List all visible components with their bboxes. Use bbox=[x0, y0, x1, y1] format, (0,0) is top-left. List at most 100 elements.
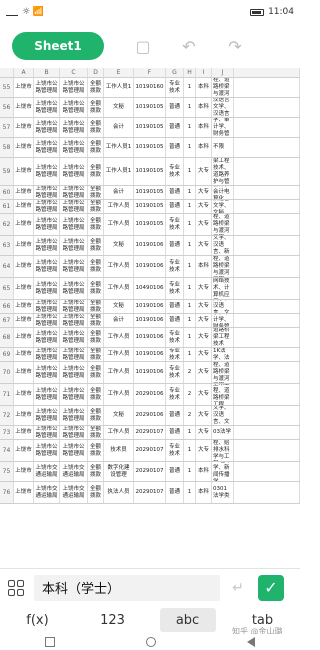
table-cell[interactable]: 1 bbox=[184, 482, 196, 503]
table-cell[interactable]: 0301法学类 bbox=[212, 482, 234, 503]
table-cell[interactable]: 20290107 bbox=[134, 426, 166, 439]
table-cell[interactable]: 10190106 bbox=[134, 328, 166, 347]
table-cell-empty[interactable] bbox=[234, 200, 300, 213]
mode-abc[interactable]: abc bbox=[159, 608, 216, 632]
row-number[interactable]: 71 bbox=[0, 384, 14, 405]
table-cell[interactable]: 2 bbox=[184, 384, 196, 405]
table-cell[interactable]: 普通 bbox=[166, 200, 184, 213]
table-cell[interactable]: 本科 bbox=[196, 138, 212, 157]
row-number[interactable]: 58 bbox=[0, 138, 14, 157]
table-cell[interactable]: 全额拨款 bbox=[88, 328, 104, 347]
table-cell[interactable]: 1 bbox=[184, 118, 196, 137]
table-cell[interactable]: 1 bbox=[184, 186, 196, 199]
table-cell[interactable]: 普通 bbox=[166, 462, 184, 481]
table-cell[interactable]: 上饶市公路管理局 bbox=[60, 200, 88, 213]
table-cell[interactable]: 上饶市 bbox=[14, 314, 34, 327]
row-number[interactable]: 66 bbox=[0, 300, 14, 313]
table-cell[interactable]: 工作人员1 bbox=[104, 138, 134, 157]
table-cell[interactable]: 全额拨款 bbox=[88, 186, 104, 199]
table-cell-empty[interactable] bbox=[234, 214, 300, 235]
table-cell[interactable]: 1 bbox=[184, 300, 196, 313]
table-cell[interactable]: 全额拨款 bbox=[88, 348, 104, 361]
table-cell[interactable]: 专业技术 bbox=[166, 78, 184, 97]
home-icon[interactable] bbox=[145, 637, 156, 647]
table-cell[interactable]: 文秘 bbox=[104, 98, 134, 117]
table-cell[interactable]: 工作人员 bbox=[104, 348, 134, 361]
redo-icon[interactable]: ↷ bbox=[224, 35, 246, 57]
table-cell[interactable]: 汉语言文学、汉语言、新闻学 bbox=[212, 236, 234, 255]
table-cell[interactable]: 专业技术 bbox=[166, 158, 184, 185]
table-cell[interactable]: 会计 bbox=[104, 186, 134, 199]
table-cell[interactable]: 会计、会计电算化 bbox=[212, 186, 234, 199]
table-cell[interactable]: 大专 bbox=[196, 362, 212, 383]
table-cell[interactable]: 全额拨款 bbox=[88, 118, 104, 137]
table-cell[interactable]: 大专 bbox=[196, 236, 212, 255]
table-cell[interactable]: 10190106 bbox=[134, 236, 166, 255]
table-cell[interactable]: 大专 bbox=[196, 186, 212, 199]
row-number[interactable]: 57 bbox=[0, 118, 14, 137]
spreadsheet-grid[interactable]: ABCDEFGHIJ 55 上饶市 上饶市公路管理局 上饶市公路管理局 全额拨款 工作人员… bbox=[0, 68, 300, 568]
table-cell[interactable]: 上饶市 bbox=[14, 406, 34, 425]
table-cell[interactable]: 计算机网络技术、计算机应用 bbox=[212, 278, 234, 299]
table-cell[interactable]: 全额拨款 bbox=[88, 300, 104, 313]
column-header[interactable]: A bbox=[14, 68, 34, 77]
table-cell[interactable]: 工作人员 bbox=[104, 278, 134, 299]
table-cell-empty[interactable] bbox=[234, 186, 300, 199]
table-cell[interactable]: 大专 bbox=[196, 314, 212, 327]
table-cell-empty[interactable] bbox=[234, 384, 300, 405]
table-cell[interactable]: 上饶市公路管理局 bbox=[60, 406, 88, 425]
table-cell[interactable]: 专业技术 bbox=[166, 256, 184, 277]
table-cell[interactable]: 会计学、审计学、财务管理 bbox=[212, 314, 234, 327]
table-cell[interactable]: 本科 bbox=[196, 78, 212, 97]
table-cell[interactable]: 本科 bbox=[196, 256, 212, 277]
table-cell[interactable]: 上饶市 bbox=[14, 118, 34, 137]
row-number[interactable]: 69 bbox=[0, 348, 14, 361]
table-cell[interactable]: 20290107 bbox=[134, 462, 166, 481]
table-cell[interactable]: 大专 bbox=[196, 278, 212, 299]
table-cell[interactable]: 普通 bbox=[166, 118, 184, 137]
table-cell[interactable]: 10190105 bbox=[134, 200, 166, 213]
table-cell[interactable]: 10190160 bbox=[134, 78, 166, 97]
row-number[interactable]: 72 bbox=[0, 406, 14, 425]
table-cell[interactable]: 文秘 bbox=[104, 300, 134, 313]
table-cell[interactable]: 全额拨款 bbox=[88, 440, 104, 461]
table-cell[interactable]: 上饶市公路管理局 bbox=[34, 236, 60, 255]
table-cell[interactable]: 专业技术 bbox=[166, 362, 184, 383]
table-cell[interactable]: 上饶市 bbox=[14, 482, 34, 503]
row-number[interactable]: 67 bbox=[0, 314, 14, 327]
table-cell[interactable]: 上饶市公路管理局 bbox=[34, 406, 60, 425]
table-cell[interactable]: 数字化建设管理 bbox=[104, 462, 134, 481]
table-cell[interactable]: 汉语言文学、文秘 bbox=[212, 200, 234, 213]
table-cell[interactable]: 上饶市公路管理局 bbox=[60, 78, 88, 97]
table-cell[interactable]: 2 bbox=[184, 362, 196, 383]
table-cell[interactable]: 专业技术 bbox=[166, 328, 184, 347]
table-cell[interactable]: 上饶市 bbox=[14, 158, 34, 185]
row-number[interactable]: 64 bbox=[0, 256, 14, 277]
table-cell[interactable]: 汉语言文学、汉语言、文秘 bbox=[212, 406, 234, 425]
table-cell-empty[interactable] bbox=[234, 426, 300, 439]
table-cell[interactable]: 全额拨款 bbox=[88, 200, 104, 213]
table-cell[interactable]: 本科 bbox=[196, 462, 212, 481]
row-number[interactable]: 55 bbox=[0, 78, 14, 97]
column-header[interactable]: F bbox=[134, 68, 166, 77]
row-number[interactable]: 75 bbox=[0, 462, 14, 481]
column-header[interactable]: G bbox=[166, 68, 184, 77]
table-cell[interactable]: 文秘 bbox=[104, 236, 134, 255]
table-cell[interactable]: 本科 bbox=[196, 98, 212, 117]
table-cell[interactable]: 会计 bbox=[104, 118, 134, 137]
table-cell-empty[interactable] bbox=[234, 362, 300, 383]
table-cell[interactable]: 20290107 bbox=[134, 440, 166, 461]
column-header[interactable]: J bbox=[212, 68, 234, 77]
table-cell[interactable]: 普通 bbox=[166, 138, 184, 157]
table-cell[interactable]: 上饶市 bbox=[14, 362, 34, 383]
table-cell[interactable]: 上饶市 bbox=[14, 256, 34, 277]
table-cell-empty[interactable] bbox=[234, 406, 300, 425]
row-number[interactable]: 76 bbox=[0, 482, 14, 503]
table-cell[interactable]: 普通 bbox=[166, 426, 184, 439]
table-cell[interactable]: 全额拨款 bbox=[88, 78, 104, 97]
table-cell[interactable]: 10190106 bbox=[134, 348, 166, 361]
table-cell-empty[interactable] bbox=[234, 348, 300, 361]
table-cell[interactable]: 1 bbox=[184, 426, 196, 439]
table-cell[interactable]: 10190106 bbox=[134, 362, 166, 383]
table-cell[interactable]: 上饶市公路管理局 bbox=[34, 384, 60, 405]
